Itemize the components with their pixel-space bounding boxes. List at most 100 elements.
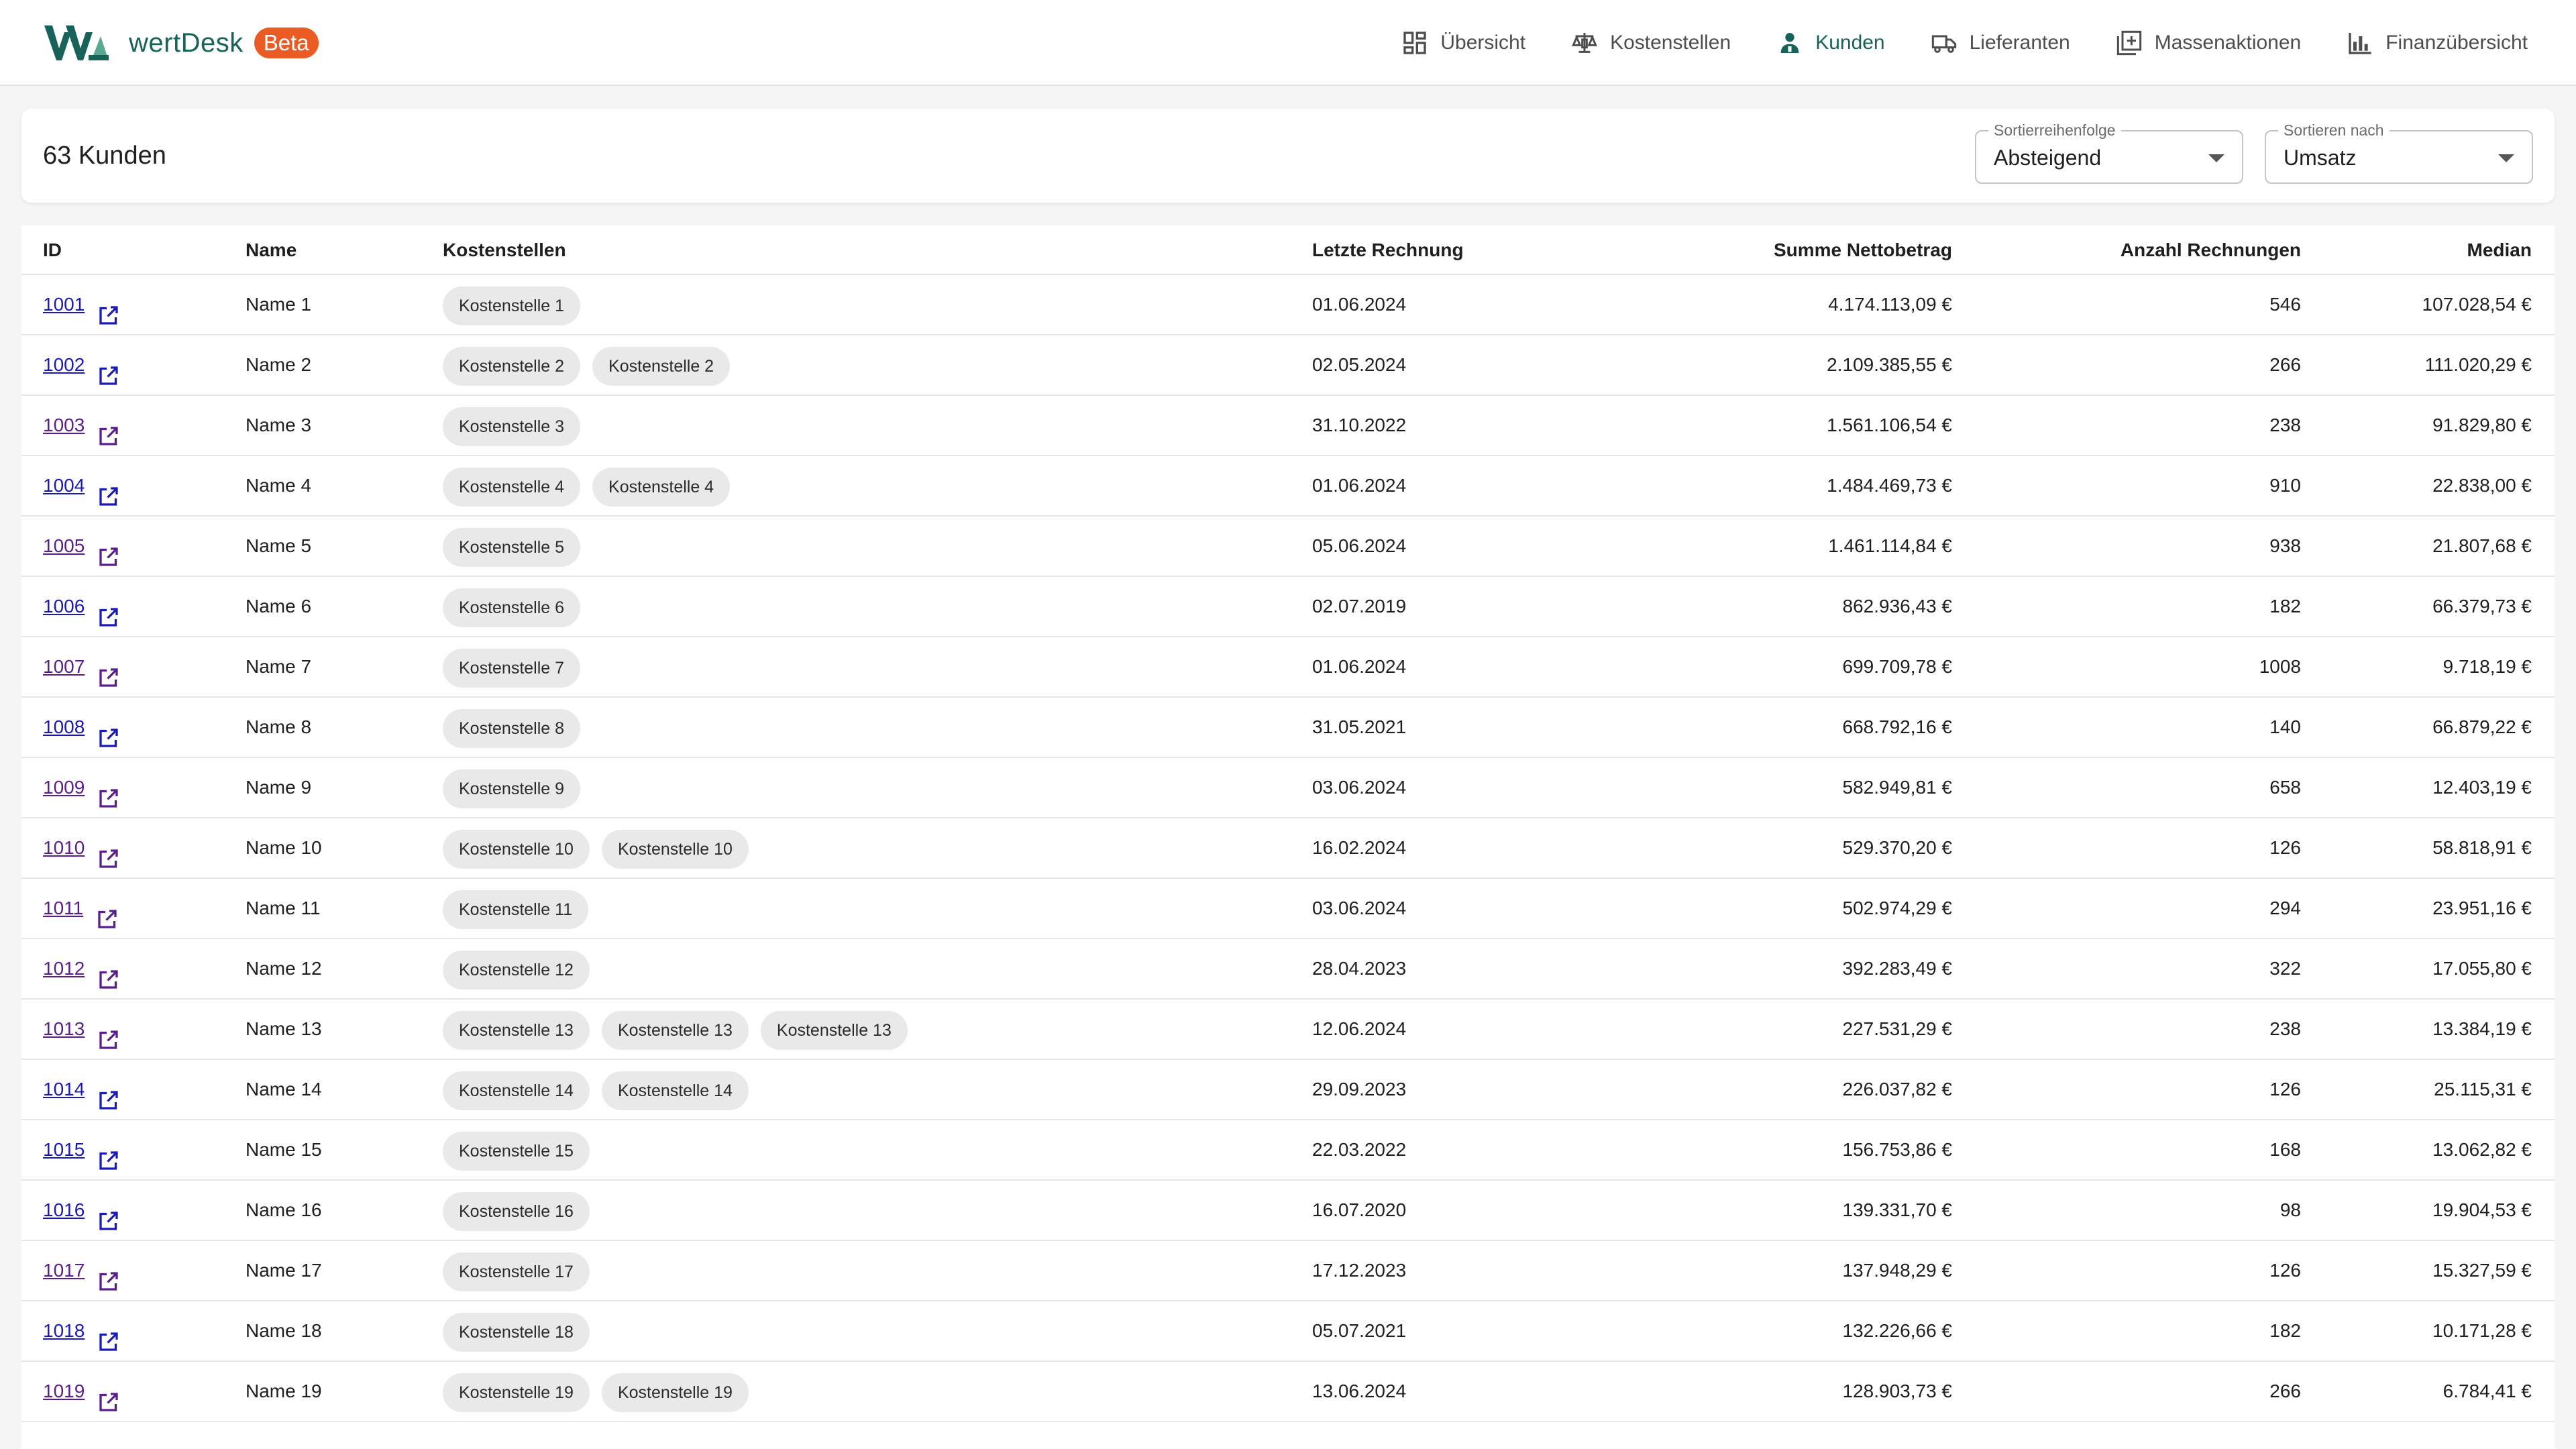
column-header-letzte-rechnung[interactable]: Letzte Rechnung: [1312, 225, 1464, 275]
nav-item-finanzuebersicht[interactable]: Finanzübersicht: [2347, 30, 2528, 56]
column-header-name[interactable]: Name: [246, 225, 297, 275]
table-row[interactable]: 1018 Name 18 Kostenstelle 18 05.07.2021 132.…: [21, 1301, 2555, 1362]
column-header-anzahl-rechnungen[interactable]: Anzahl Rechnungen: [1967, 225, 2301, 275]
table-row[interactable]: 1013 Name 13 Kostenstelle 13 Kostenstelle 1…: [21, 1000, 2555, 1060]
kostenstelle-chip[interactable]: Kostenstelle 17: [443, 1252, 590, 1291]
external-link-icon[interactable]: [97, 1016, 121, 1049]
customer-id-link[interactable]: 1019: [43, 1381, 85, 1401]
sort-order-select[interactable]: Sortierreihenfolge Absteigend: [1975, 121, 2243, 184]
external-link-icon[interactable]: [97, 1318, 121, 1351]
kostenstelle-chip[interactable]: Kostenstelle 16: [443, 1191, 590, 1231]
kostenstelle-chip[interactable]: Kostenstelle 19: [601, 1373, 749, 1412]
nav-item-kostenstellen[interactable]: Kostenstellen: [1571, 30, 1731, 56]
table-row[interactable]: 1005 Name 5 Kostenstelle 5 05.06.2024 1.461.…: [21, 517, 2555, 577]
external-link-icon[interactable]: [97, 533, 121, 566]
customer-id-link[interactable]: 1006: [43, 596, 85, 616]
kostenstelle-chip[interactable]: Kostenstelle 8: [443, 708, 581, 748]
external-link-icon[interactable]: [97, 352, 121, 385]
customer-id-link[interactable]: 1007: [43, 656, 85, 677]
table-row[interactable]: 1008 Name 8 Kostenstelle 8 31.05.2021 668.79…: [21, 698, 2555, 758]
column-header-kostenstellen[interactable]: Kostenstellen: [443, 225, 566, 275]
kostenstelle-chip[interactable]: Kostenstelle 1: [443, 286, 581, 325]
kostenstelle-chip[interactable]: Kostenstelle 15: [443, 1131, 590, 1171]
external-link-icon[interactable]: [97, 413, 121, 445]
external-link-icon[interactable]: [97, 1077, 121, 1110]
brand[interactable]: wertDesk Beta: [44, 20, 319, 66]
table-row[interactable]: 1001 Name 1 Kostenstelle 1 01.06.2024 4.174.…: [21, 275, 2555, 335]
kostenstelle-chip[interactable]: Kostenstelle 5: [443, 527, 581, 567]
table-row[interactable]: 1007 Name 7 Kostenstelle 7 01.06.2024 699.70…: [21, 637, 2555, 698]
external-link-icon[interactable]: [97, 714, 121, 747]
customer-id-link[interactable]: 1012: [43, 958, 85, 979]
external-link-icon[interactable]: [97, 654, 121, 687]
kostenstelle-chip[interactable]: Kostenstelle 13: [443, 1010, 590, 1050]
table-row[interactable]: 1015 Name 15 Kostenstelle 15 22.03.2022 156.…: [21, 1120, 2555, 1181]
kostenstelle-chip[interactable]: Kostenstelle 2: [443, 346, 581, 386]
external-link-icon[interactable]: [97, 956, 121, 989]
table-row[interactable]: 1017 Name 17 Kostenstelle 17 17.12.2023 137.…: [21, 1241, 2555, 1301]
column-header-median[interactable]: Median: [2316, 225, 2532, 275]
customer-id-link[interactable]: 1014: [43, 1079, 85, 1099]
kostenstelle-chip[interactable]: Kostenstelle 6: [443, 588, 581, 627]
sort-by-select[interactable]: Sortieren nach Umsatz: [2265, 121, 2533, 184]
customer-id-link[interactable]: 1017: [43, 1260, 85, 1281]
kostenstelle-chip[interactable]: Kostenstelle 3: [443, 407, 581, 446]
table-row[interactable]: 1019 Name 19 Kostenstelle 19 Kostenstelle 1…: [21, 1362, 2555, 1422]
customer-id-link[interactable]: 1013: [43, 1018, 85, 1039]
table-row[interactable]: 1004 Name 4 Kostenstelle 4 Kostenstelle 4 01…: [21, 456, 2555, 517]
table-row[interactable]: 1006 Name 6 Kostenstelle 6 02.07.2019 862.93…: [21, 577, 2555, 637]
nav-item-lieferanten[interactable]: Lieferanten: [1931, 30, 2070, 56]
customer-id-link[interactable]: 1016: [43, 1199, 85, 1220]
kostenstelle-chip[interactable]: Kostenstelle 14: [443, 1071, 590, 1110]
customer-id-link[interactable]: 1018: [43, 1320, 85, 1341]
customer-id-link[interactable]: 1009: [43, 777, 85, 798]
kostenstelle-chip[interactable]: Kostenstelle 12: [443, 950, 590, 989]
table-row[interactable]: 1003 Name 3 Kostenstelle 3 31.10.2022 1.561.…: [21, 396, 2555, 456]
table-row[interactable]: 1002 Name 2 Kostenstelle 2 Kostenstelle 2 02…: [21, 335, 2555, 396]
customer-id-link[interactable]: 1005: [43, 535, 85, 556]
customer-id-link[interactable]: 1003: [43, 415, 85, 435]
external-link-icon[interactable]: [97, 473, 121, 506]
external-link-icon[interactable]: [97, 775, 121, 808]
kostenstelle-chip[interactable]: Kostenstelle 13: [760, 1010, 908, 1050]
kostenstelle-chip[interactable]: Kostenstelle 4: [443, 467, 581, 506]
customer-id-link[interactable]: 1001: [43, 294, 85, 315]
external-link-icon[interactable]: [95, 896, 119, 928]
kostenstelle-chip[interactable]: Kostenstelle 7: [443, 648, 581, 688]
table-row[interactable]: 1016 Name 16 Kostenstelle 16 16.07.2020 139.…: [21, 1181, 2555, 1241]
kostenstelle-chip[interactable]: Kostenstelle 4: [592, 467, 731, 506]
customer-id-link[interactable]: 1004: [43, 475, 85, 496]
external-link-icon[interactable]: [97, 835, 121, 868]
customer-id-link[interactable]: 1015: [43, 1139, 85, 1160]
table-row[interactable]: 1011 Name 11 Kostenstelle 11 03.06.2024 502.…: [21, 879, 2555, 939]
nav-item-kunden[interactable]: Kunden: [1776, 30, 1885, 56]
customer-id-link[interactable]: 1011: [43, 898, 83, 918]
kostenstelle-chip[interactable]: Kostenstelle 9: [443, 769, 581, 808]
kostenstelle-chip[interactable]: Kostenstelle 13: [601, 1010, 749, 1050]
customer-id-link[interactable]: 1002: [43, 354, 85, 375]
table-row[interactable]: 1012 Name 12 Kostenstelle 12 28.04.2023 392.…: [21, 939, 2555, 1000]
kostenstelle-chip[interactable]: Kostenstelle 19: [443, 1373, 590, 1412]
column-header-summe-nettobetrag[interactable]: Summe Nettobetrag: [1631, 225, 1952, 275]
kostenstelle-chip[interactable]: Kostenstelle 18: [443, 1312, 590, 1352]
external-link-icon[interactable]: [97, 1137, 121, 1170]
nav-item-uebersicht[interactable]: Übersicht: [1401, 30, 1525, 56]
customer-id-link[interactable]: 1008: [43, 716, 85, 737]
net-sum-cell: 1.461.114,84 €: [1828, 535, 1952, 556]
table-row[interactable]: 1014 Name 14 Kostenstelle 14 Kostenstelle 1…: [21, 1060, 2555, 1120]
customer-id-link[interactable]: 1010: [43, 837, 85, 858]
kostenstelle-chip[interactable]: Kostenstelle 10: [601, 829, 749, 869]
kostenstelle-chip[interactable]: Kostenstelle 11: [443, 890, 589, 929]
external-link-icon[interactable]: [97, 292, 121, 325]
external-link-icon[interactable]: [97, 1258, 121, 1291]
table-row[interactable]: 1010 Name 10 Kostenstelle 10 Kostenstelle 1…: [21, 818, 2555, 879]
nav-item-massenaktionen[interactable]: Massenaktionen: [2116, 30, 2301, 56]
column-header-id[interactable]: ID: [43, 225, 62, 275]
table-row[interactable]: 1009 Name 9 Kostenstelle 9 03.06.2024 582.94…: [21, 758, 2555, 818]
kostenstelle-chip[interactable]: Kostenstelle 2: [592, 346, 731, 386]
kostenstelle-chip[interactable]: Kostenstelle 14: [601, 1071, 749, 1110]
external-link-icon[interactable]: [97, 594, 121, 627]
external-link-icon[interactable]: [97, 1379, 121, 1411]
external-link-icon[interactable]: [97, 1197, 121, 1230]
kostenstelle-chip[interactable]: Kostenstelle 10: [443, 829, 590, 869]
